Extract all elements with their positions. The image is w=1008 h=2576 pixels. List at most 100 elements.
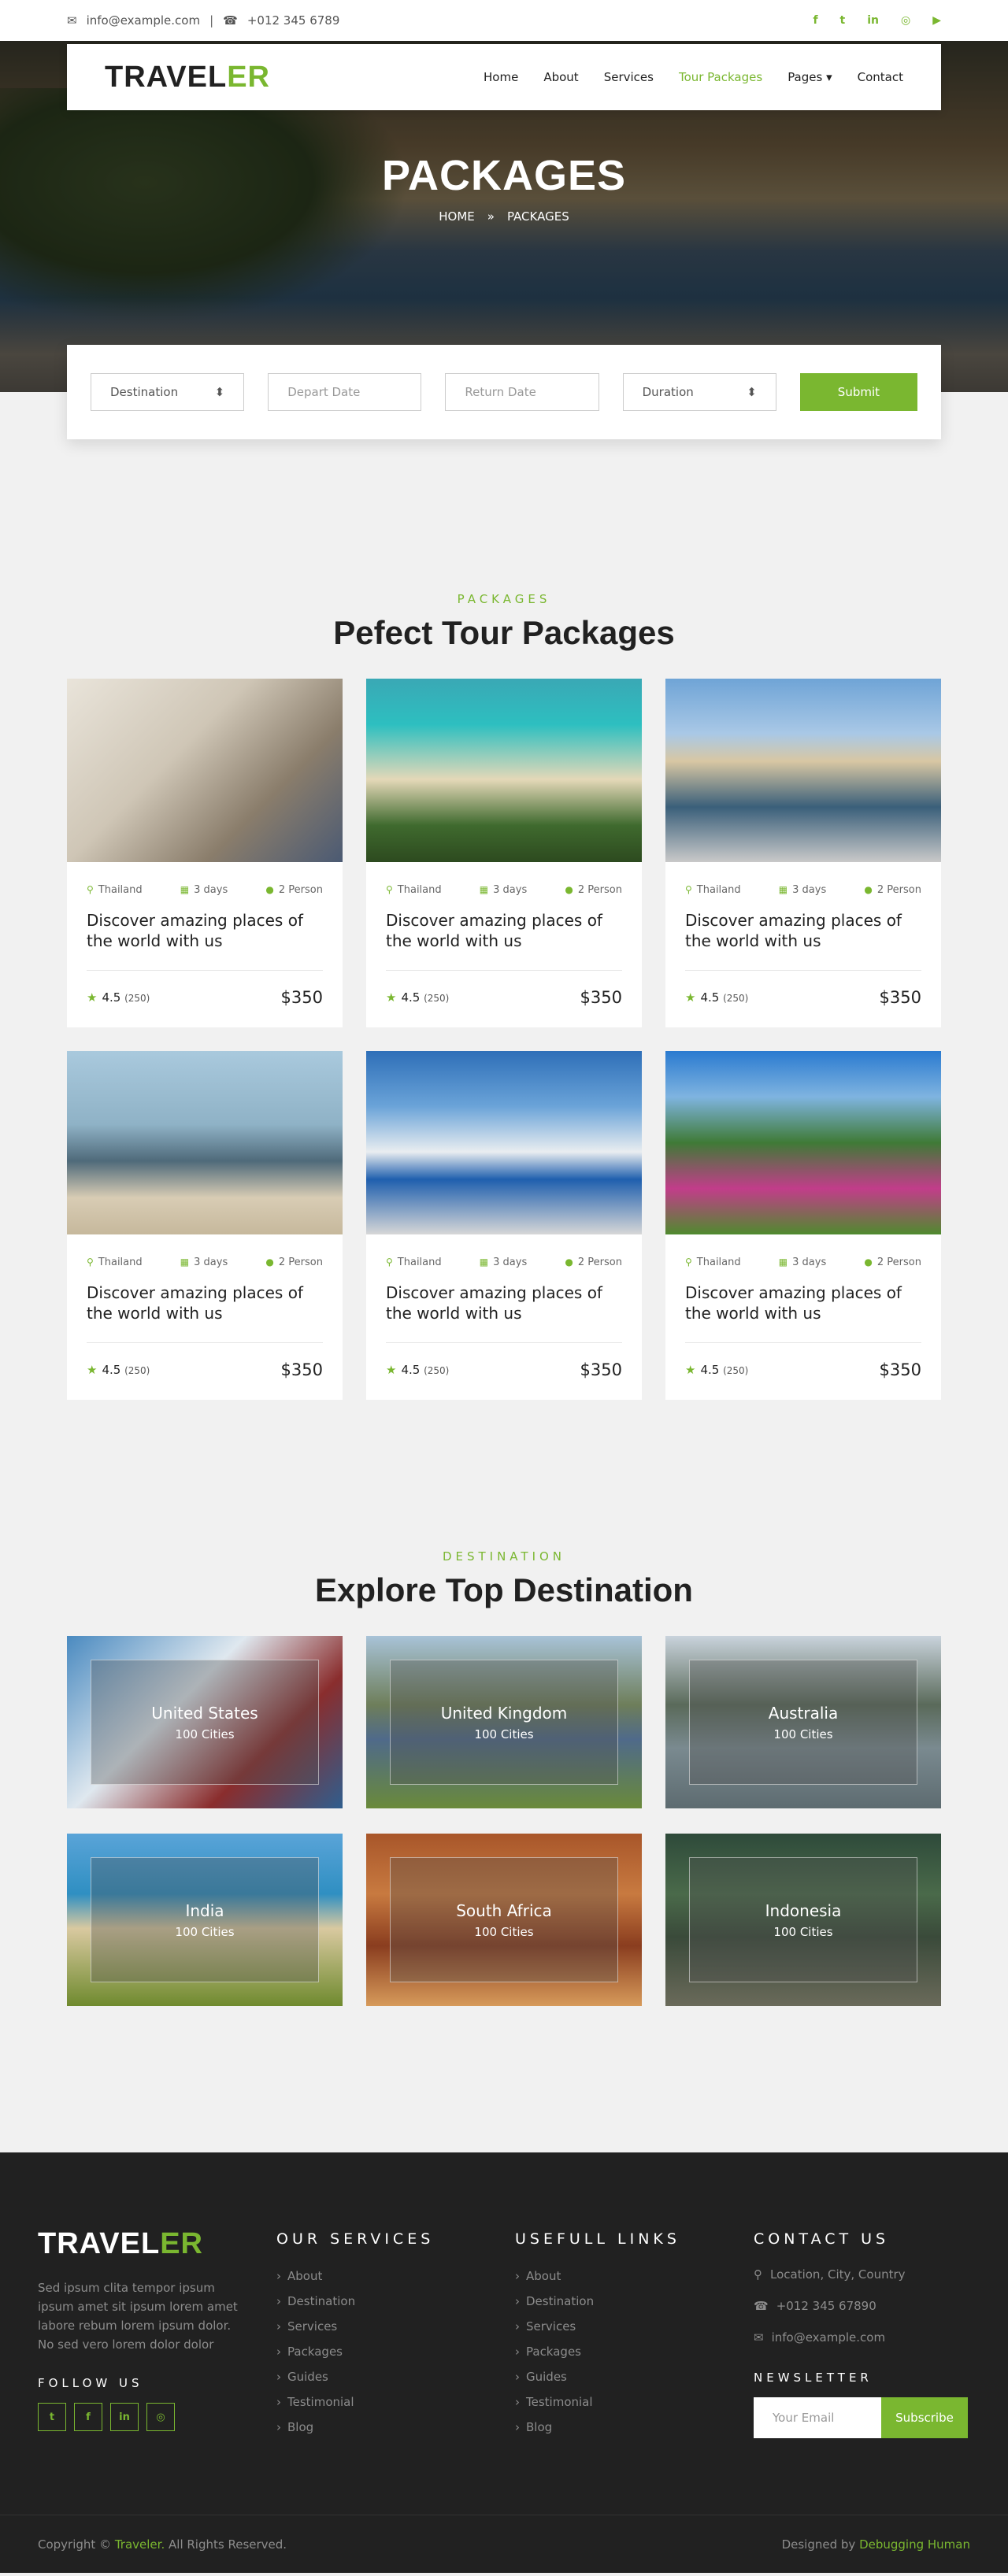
- destination-card[interactable]: United States 100 Cities: [67, 1636, 343, 1808]
- nav-contact[interactable]: Contact: [858, 70, 903, 84]
- destination-card[interactable]: India 100 Cities: [67, 1834, 343, 2006]
- breadcrumb: HOME » PACKAGES: [0, 209, 1008, 224]
- contact-email: ✉ info@example.com: [754, 2322, 968, 2353]
- package-title[interactable]: Discover amazing places of the world wit…: [386, 910, 622, 951]
- return-date-input[interactable]: Return Date: [445, 373, 599, 411]
- nav-about[interactable]: About: [543, 70, 578, 84]
- user-icon: ●: [265, 1257, 274, 1268]
- destination-card[interactable]: Indonesia 100 Cities: [665, 1834, 941, 2006]
- footer-link[interactable]: › Guides: [276, 2364, 515, 2389]
- package-persons: ● 2 Person: [565, 884, 622, 896]
- copyright-brand-link[interactable]: Traveler.: [115, 2537, 165, 2552]
- footer-link[interactable]: › Packages: [276, 2339, 515, 2364]
- package-image[interactable]: [665, 679, 941, 862]
- destination-select[interactable]: Destination ⬍: [91, 373, 245, 411]
- destination-cities: 100 Cities: [175, 1727, 235, 1741]
- package-days: ▦ 3 days: [778, 1257, 827, 1268]
- designer-link[interactable]: Debugging Human: [859, 2537, 970, 2552]
- package-price: $350: [280, 1360, 323, 1379]
- twitter-icon[interactable]: t: [38, 2403, 66, 2431]
- package-title[interactable]: Discover amazing places of the world wit…: [87, 1282, 323, 1323]
- footer-link[interactable]: › Services: [276, 2314, 515, 2339]
- package-title[interactable]: Discover amazing places of the world wit…: [87, 910, 323, 951]
- footer-link[interactable]: › Guides: [515, 2364, 754, 2389]
- instagram-icon[interactable]: ◎: [146, 2403, 175, 2431]
- destination-overlay[interactable]: United Kingdom 100 Cities: [390, 1660, 618, 1785]
- package-card[interactable]: ⚲ Thailand ▦ 3 days ● 2 Person Discover ama…: [67, 679, 343, 1027]
- top-email[interactable]: info@example.com: [87, 13, 201, 28]
- youtube-icon[interactable]: ▶: [932, 14, 941, 27]
- package-title[interactable]: Discover amazing places of the world wit…: [685, 1282, 921, 1323]
- nav-tour-packages[interactable]: Tour Packages: [679, 70, 762, 84]
- updown-icon: ⬍: [214, 385, 225, 399]
- package-card[interactable]: ⚲ Thailand ▦ 3 days ● 2 Person Discover ama…: [67, 1051, 343, 1400]
- copyright-text: Copyright © Traveler. All Rights Reserve…: [38, 2537, 287, 2552]
- footer-link[interactable]: › About: [276, 2263, 515, 2289]
- footer-contact: CONTACT US ⚲ Location, City, Country ☎ +01…: [754, 2227, 968, 2515]
- facebook-icon[interactable]: f: [74, 2403, 102, 2431]
- footer-link[interactable]: › Testimonial: [515, 2389, 754, 2415]
- footer-link[interactable]: › Blog: [276, 2415, 515, 2440]
- footer-logo[interactable]: TRAVELER: [38, 2227, 276, 2261]
- package-card[interactable]: ⚲ Thailand ▦ 3 days ● 2 Person Discover ama…: [665, 679, 941, 1027]
- package-image[interactable]: [366, 679, 642, 862]
- footer-link[interactable]: › Destination: [515, 2289, 754, 2314]
- footer-link[interactable]: › Services: [515, 2314, 754, 2339]
- footer-link[interactable]: › Destination: [276, 2289, 515, 2314]
- package-image[interactable]: [665, 1051, 941, 1234]
- newsletter-email-input[interactable]: Your Email: [754, 2397, 881, 2438]
- chevron-right-icon: ›: [515, 2395, 520, 2409]
- duration-select[interactable]: Duration ⬍: [622, 373, 776, 411]
- package-image[interactable]: [67, 679, 343, 862]
- package-rating: ★ 4.5 (250): [685, 1363, 749, 1377]
- destination-overlay[interactable]: Indonesia 100 Cities: [689, 1857, 917, 1982]
- submit-button[interactable]: Submit: [799, 373, 917, 411]
- crumb-home[interactable]: HOME: [439, 209, 475, 224]
- destination-overlay[interactable]: India 100 Cities: [91, 1857, 319, 1982]
- packages-grid: ⚲ Thailand ▦ 3 days ● 2 Person Discover ama…: [67, 679, 941, 1400]
- destination-overlay[interactable]: Australia 100 Cities: [689, 1660, 917, 1785]
- destination-name: United States: [151, 1703, 258, 1723]
- crumb-current: PACKAGES: [506, 209, 569, 224]
- divider: |: [209, 13, 214, 28]
- package-card[interactable]: ⚲ Thailand ▦ 3 days ● 2 Person Discover ama…: [366, 679, 642, 1027]
- destination-cities: 100 Cities: [474, 1924, 534, 1939]
- map-marker-icon: ⚲: [685, 1257, 692, 1268]
- package-title[interactable]: Discover amazing places of the world wit…: [685, 910, 921, 951]
- package-footer: ★ 4.5 (250) $350: [87, 1342, 323, 1379]
- subscribe-button[interactable]: Subscribe: [881, 2397, 968, 2438]
- package-card[interactable]: ⚲ Thailand ▦ 3 days ● 2 Person Discover ama…: [366, 1051, 642, 1400]
- destination-card[interactable]: South Africa 100 Cities: [366, 1834, 642, 2006]
- package-title[interactable]: Discover amazing places of the world wit…: [386, 1282, 622, 1323]
- top-phone[interactable]: +012 345 6789: [247, 13, 340, 28]
- facebook-icon[interactable]: f: [813, 14, 817, 27]
- footer-link[interactable]: › Packages: [515, 2339, 754, 2364]
- linkedin-icon[interactable]: in: [867, 14, 879, 27]
- destination-card[interactable]: Australia 100 Cities: [665, 1636, 941, 1808]
- map-marker-icon: ⚲: [386, 1257, 393, 1268]
- package-image[interactable]: [67, 1051, 343, 1234]
- package-persons: ● 2 Person: [265, 884, 323, 896]
- destination-card[interactable]: United Kingdom 100 Cities: [366, 1636, 642, 1808]
- calendar-icon: ▦: [180, 884, 190, 895]
- logo[interactable]: TRAVELER: [105, 61, 270, 94]
- packages-section: PACKAGES Pefect Tour Packages ⚲ Thailand …: [0, 392, 1008, 1400]
- footer-link[interactable]: › About: [515, 2263, 754, 2289]
- package-persons: ● 2 Person: [864, 1257, 921, 1268]
- package-image[interactable]: [366, 1051, 642, 1234]
- twitter-icon[interactable]: t: [840, 14, 846, 27]
- page-title: PACKAGES: [381, 152, 627, 199]
- footer-link[interactable]: › Testimonial: [276, 2389, 515, 2415]
- package-card[interactable]: ⚲ Thailand ▦ 3 days ● 2 Person Discover ama…: [665, 1051, 941, 1400]
- instagram-icon[interactable]: ◎: [901, 14, 910, 27]
- linkedin-icon[interactable]: in: [110, 2403, 139, 2431]
- footer-link[interactable]: › Blog: [515, 2415, 754, 2440]
- nav-pages[interactable]: Pages ▾: [788, 70, 832, 84]
- destination-overlay[interactable]: South Africa 100 Cities: [390, 1857, 618, 1982]
- destination-overlay[interactable]: United States 100 Cities: [91, 1660, 319, 1785]
- nav-services[interactable]: Services: [604, 70, 654, 84]
- depart-date-input[interactable]: Depart Date: [268, 373, 422, 411]
- nav-home[interactable]: Home: [484, 70, 518, 84]
- package-persons: ● 2 Person: [265, 1257, 323, 1268]
- chevron-right-icon: ›: [515, 2345, 520, 2359]
